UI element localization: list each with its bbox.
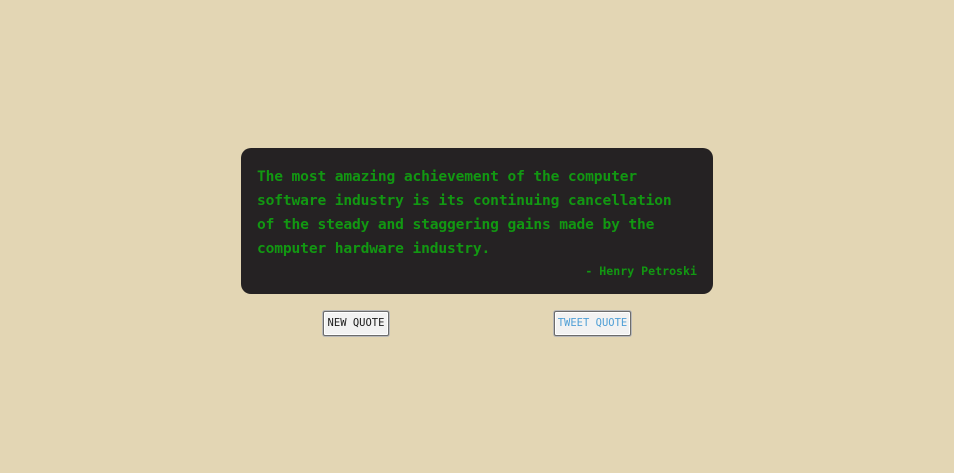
quote-text: The most amazing achievement of the comp… [257,168,672,257]
quote-box: The most amazing achievement of the comp… [241,148,713,294]
new-quote-button[interactable]: NEW QUOTE [323,311,389,336]
tweet-quote-button[interactable]: TWEET QUOTE [554,311,631,336]
page: The most amazing achievement of the comp… [0,0,954,473]
quote-author: - Henry Petroski [585,264,697,278]
